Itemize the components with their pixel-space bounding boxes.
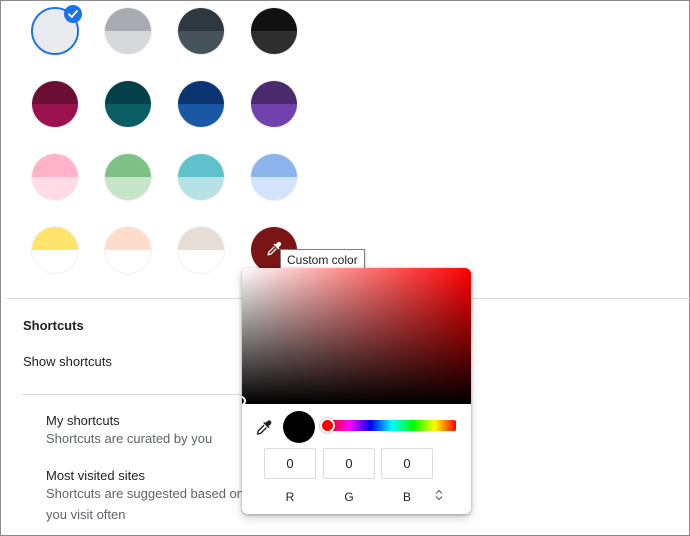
swatch-bottom-half: [251, 31, 297, 54]
color-preview: [283, 411, 315, 443]
swatch-yellow[interactable]: [31, 226, 79, 274]
swatch-top-half: [251, 154, 297, 177]
swatch-bottom-half: [251, 104, 297, 127]
color-picker-popup: R G B: [242, 268, 471, 514]
shortcuts-divider: [22, 394, 242, 395]
swatch-top-half: [105, 8, 151, 31]
selected-check-icon: [64, 5, 82, 23]
swatch-bottom-half: [251, 177, 297, 200]
most-visited-option-desc-line1: Shortcuts are suggested based on: [46, 486, 245, 501]
swatch-bottom-half: [33, 31, 77, 53]
red-label: R: [285, 490, 295, 504]
swatch-bottom-half: [178, 104, 224, 127]
most-visited-option-title[interactable]: Most visited sites: [46, 468, 145, 483]
green-label: G: [344, 490, 354, 504]
swatch-charcoal[interactable]: [177, 7, 225, 55]
swatch-top-half: [178, 154, 224, 177]
swatch-top-half: [105, 154, 151, 177]
swatch-blue[interactable]: [250, 153, 298, 201]
swatch-top-half: [105, 81, 151, 104]
swatch-bottom-half: [105, 31, 151, 54]
swatch-dark-teal[interactable]: [104, 80, 152, 128]
swatch-bottom-half: [32, 250, 78, 273]
swatch-grey[interactable]: [104, 7, 152, 55]
swatch-green[interactable]: [104, 153, 152, 201]
swatch-top-half: [32, 154, 78, 177]
blue-label: B: [402, 490, 411, 504]
swatch-aqua[interactable]: [177, 153, 225, 201]
hue-slider-thumb[interactable]: [320, 418, 335, 433]
swatch-burgundy[interactable]: [31, 80, 79, 128]
eyedropper-icon[interactable]: [254, 418, 274, 438]
swatch-bottom-half: [178, 250, 224, 273]
swatch-top-half: [178, 81, 224, 104]
swatch-navy[interactable]: [177, 80, 225, 128]
swatch-black[interactable]: [250, 7, 298, 55]
hue-slider[interactable]: [328, 420, 456, 431]
swatch-top-half: [251, 81, 297, 104]
blue-value-input[interactable]: [381, 448, 433, 479]
swatch-top-half: [32, 227, 78, 250]
swatch-bottom-half: [178, 31, 224, 54]
swatch-top-half: [32, 81, 78, 104]
swatch-bottom-half: [105, 250, 151, 273]
shortcuts-section-title: Shortcuts: [23, 318, 84, 333]
swatch-peach[interactable]: [104, 226, 152, 274]
swatch-top-half: [251, 8, 297, 31]
swatch-bottom-half: [105, 177, 151, 200]
my-shortcuts-option-title[interactable]: My shortcuts: [46, 413, 120, 428]
most-visited-option-desc-line2: you visit often: [46, 507, 126, 522]
green-value-input[interactable]: [323, 448, 375, 479]
red-value-input[interactable]: [264, 448, 316, 479]
my-shortcuts-option-desc: Shortcuts are curated by you: [46, 431, 213, 446]
swatch-pink[interactable]: [31, 153, 79, 201]
up-down-arrows-icon[interactable]: [432, 489, 446, 503]
swatch-top-half: [178, 8, 224, 31]
saturation-value-area[interactable]: [242, 268, 471, 404]
swatch-bottom-half: [32, 104, 78, 127]
swatch-bottom-half: [32, 177, 78, 200]
swatch-beige[interactable]: [177, 226, 225, 274]
swatch-bottom-half: [178, 177, 224, 200]
swatch-purple[interactable]: [250, 80, 298, 128]
swatch-top-half: [178, 227, 224, 250]
swatch-top-half: [105, 227, 151, 250]
swatch-bottom-half: [105, 104, 151, 127]
show-shortcuts-label[interactable]: Show shortcuts: [23, 354, 112, 369]
